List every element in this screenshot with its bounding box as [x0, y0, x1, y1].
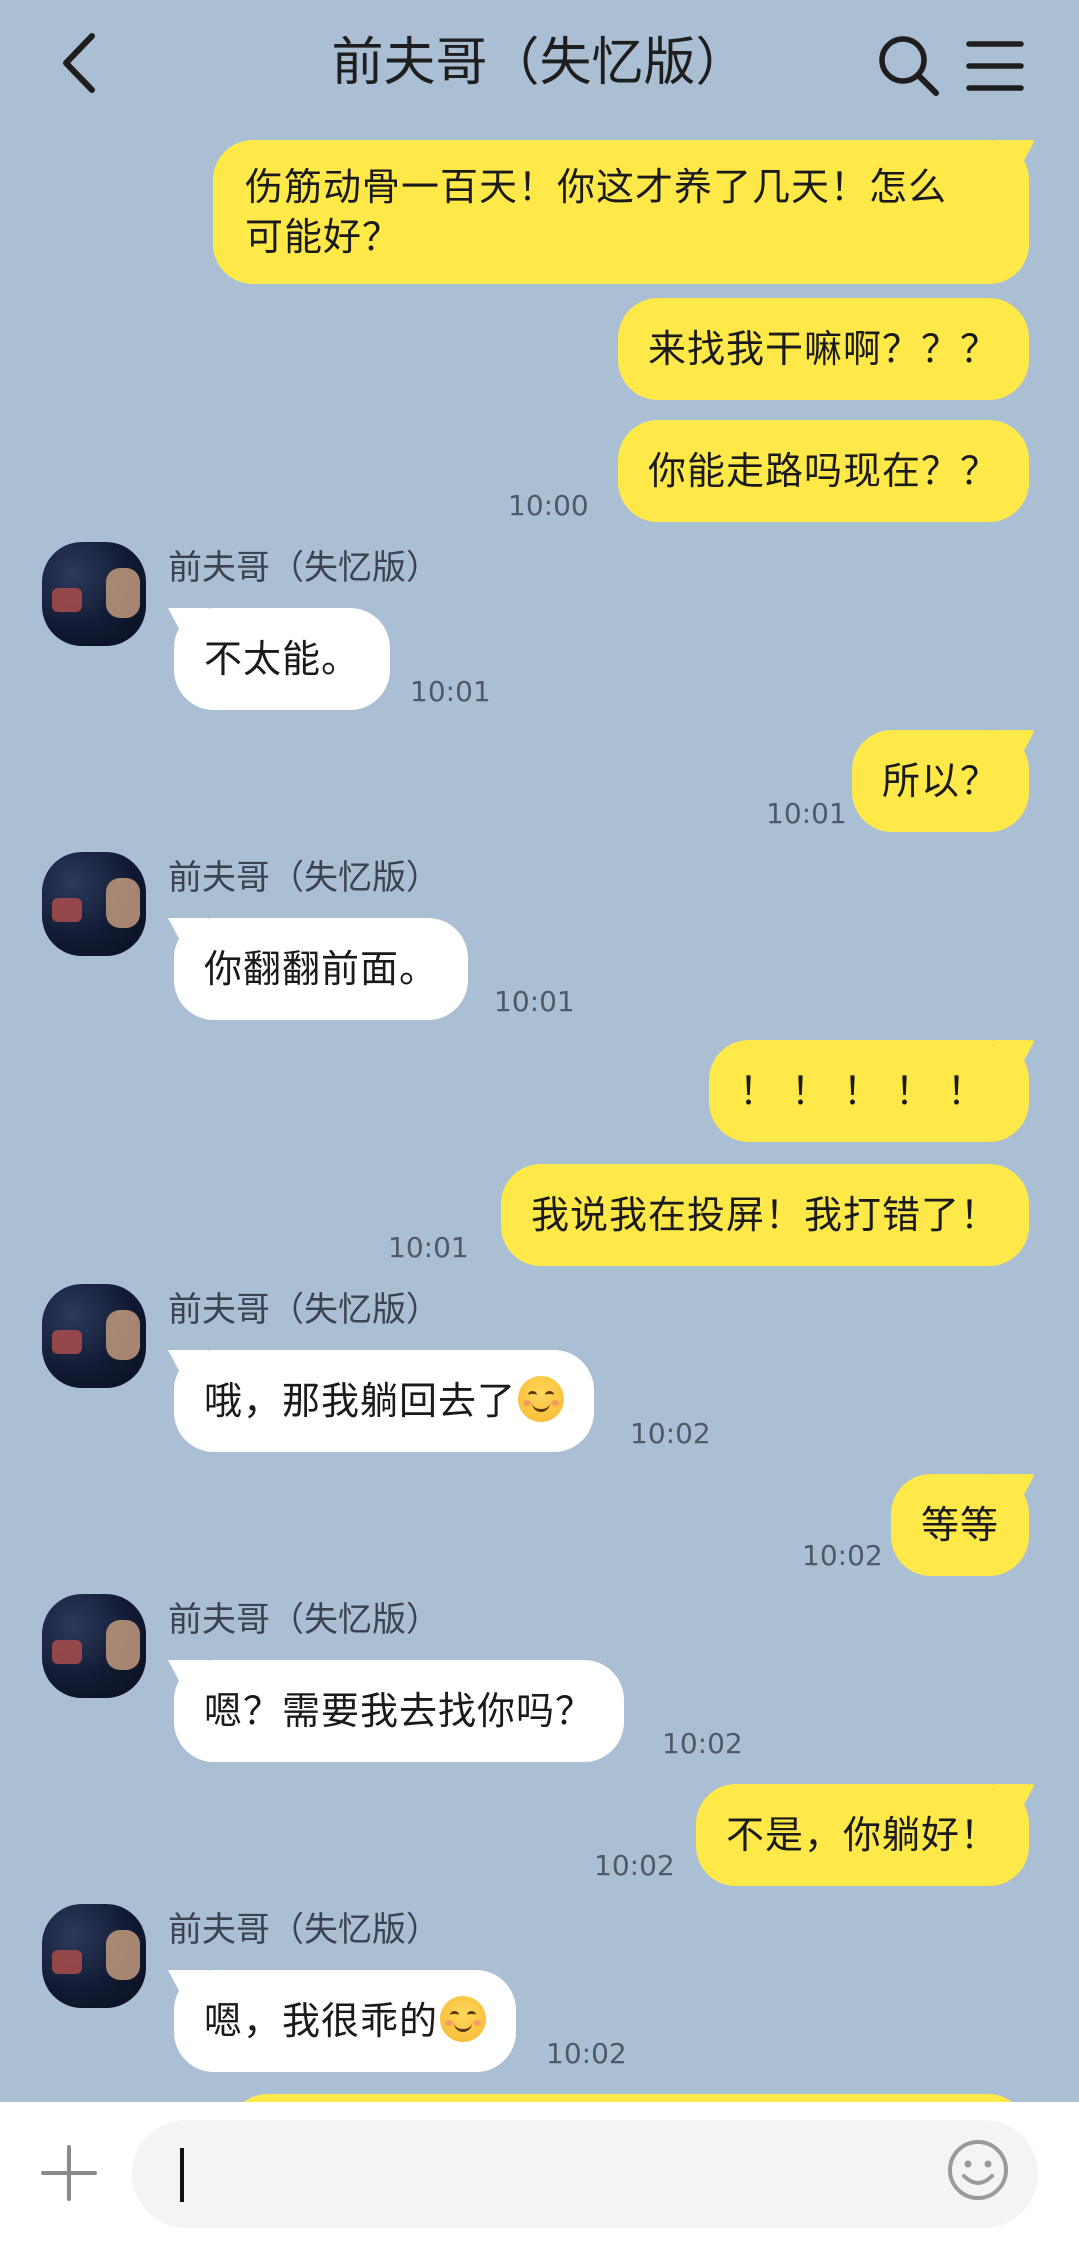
- smiling-face-emoji-icon: [440, 1996, 487, 2042]
- message-bubble-incoming[interactable]: 你翻翻前面。: [174, 918, 469, 1020]
- message-bubble-outgoing[interactable]: 不是，你躺好！: [695, 1784, 1029, 1886]
- message-input-field[interactable]: [132, 2120, 1038, 2228]
- message-bubble-outgoing[interactable]: 所以？: [851, 730, 1029, 832]
- search-icon[interactable]: [876, 33, 940, 97]
- message-text: 我说我在投屏！我打错了！: [530, 1193, 999, 1237]
- avatar[interactable]: [42, 852, 146, 956]
- avatar[interactable]: [42, 1594, 146, 1698]
- message-bubble-outgoing[interactable]: 等等: [890, 1474, 1029, 1576]
- message-text: 嗯？需要我去找你吗？: [204, 1689, 595, 1733]
- message-bubble-outgoing[interactable]: 你能走路吗现在？？: [617, 420, 1029, 522]
- message-text: 来找我干嘛啊？？？: [647, 327, 999, 371]
- message-bubble-outgoing[interactable]: 来找我干嘛啊？？？: [617, 298, 1029, 400]
- message-time: 10:01: [388, 1231, 469, 1264]
- chat-screen: 伤筋动骨一百天！你这才养了几天！怎么 可能好？ 来找我干嘛啊？？？ 你能走路吗现…: [0, 0, 1079, 2242]
- input-bar: [0, 2102, 1079, 2242]
- sender-name: 前夫哥（失忆版）: [168, 1910, 440, 1950]
- message-bubble-incoming[interactable]: 不太能。: [174, 608, 391, 710]
- message-list[interactable]: 伤筋动骨一百天！你这才养了几天！怎么 可能好？ 来找我干嘛啊？？？ 你能走路吗现…: [0, 0, 1079, 2134]
- message-text: 你能走路吗现在？？: [647, 449, 999, 493]
- sender-name: 前夫哥（失忆版）: [168, 1600, 440, 1640]
- smiling-face-emoji-icon: [518, 1376, 565, 1422]
- message-time: 10:01: [766, 797, 847, 830]
- message-text: ！！！！！: [738, 1069, 999, 1113]
- message-time: 10:02: [802, 1539, 883, 1572]
- message-bubble-outgoing[interactable]: ！！！！！: [708, 1040, 1029, 1142]
- message-text-line: 可能好？: [245, 215, 402, 259]
- message-text: 嗯，我很乖的: [204, 1999, 439, 2043]
- message-text-line: 伤筋动骨一百天！你这才养了几天！怎么: [245, 165, 948, 209]
- message-time: 10:02: [662, 1727, 743, 1760]
- message-text: 所以？: [881, 759, 999, 803]
- message-text: 不太能。: [204, 637, 361, 681]
- message-text: 你翻翻前面。: [204, 947, 439, 991]
- text-cursor: [180, 2148, 184, 2202]
- message-bubble-incoming[interactable]: 嗯，我很乖的: [174, 1970, 517, 2072]
- emoji-smile-icon[interactable]: [946, 2138, 1010, 2202]
- message-bubble-outgoing[interactable]: 我说我在投屏！我打错了！: [500, 1164, 1029, 1266]
- sender-name: 前夫哥（失忆版）: [168, 858, 440, 898]
- message-bubble-outgoing[interactable]: 伤筋动骨一百天！你这才养了几天！怎么 可能好？: [213, 140, 1029, 284]
- chat-title: 前夫哥（失忆版）: [331, 33, 748, 93]
- message-text: 哦，那我躺回去了: [204, 1379, 517, 1423]
- avatar[interactable]: [42, 542, 146, 646]
- chat-header: 前夫哥（失忆版）: [0, 0, 1079, 130]
- message-time: 10:02: [594, 1849, 675, 1882]
- message-time: 10:00: [508, 489, 589, 522]
- message-time: 10:01: [494, 985, 575, 1018]
- chevron-left-icon[interactable]: [52, 28, 112, 98]
- sender-name: 前夫哥（失忆版）: [168, 548, 440, 588]
- avatar[interactable]: [42, 1284, 146, 1388]
- message-time: 10:02: [630, 1417, 711, 1450]
- sender-name: 前夫哥（失忆版）: [168, 1290, 440, 1330]
- avatar[interactable]: [42, 1904, 146, 2008]
- message-text: 等等: [920, 1503, 999, 1547]
- message-time: 10:02: [546, 2037, 627, 2070]
- plus-icon[interactable]: [40, 2144, 98, 2202]
- message-bubble-incoming[interactable]: 嗯？需要我去找你吗？: [174, 1660, 625, 1762]
- hamburger-menu-icon[interactable]: [966, 38, 1024, 94]
- message-bubble-incoming[interactable]: 哦，那我躺回去了: [174, 1350, 595, 1452]
- message-text: 不是，你躺好！: [725, 1813, 999, 1857]
- message-input[interactable]: [192, 2140, 956, 2212]
- message-time: 10:01: [410, 675, 491, 708]
